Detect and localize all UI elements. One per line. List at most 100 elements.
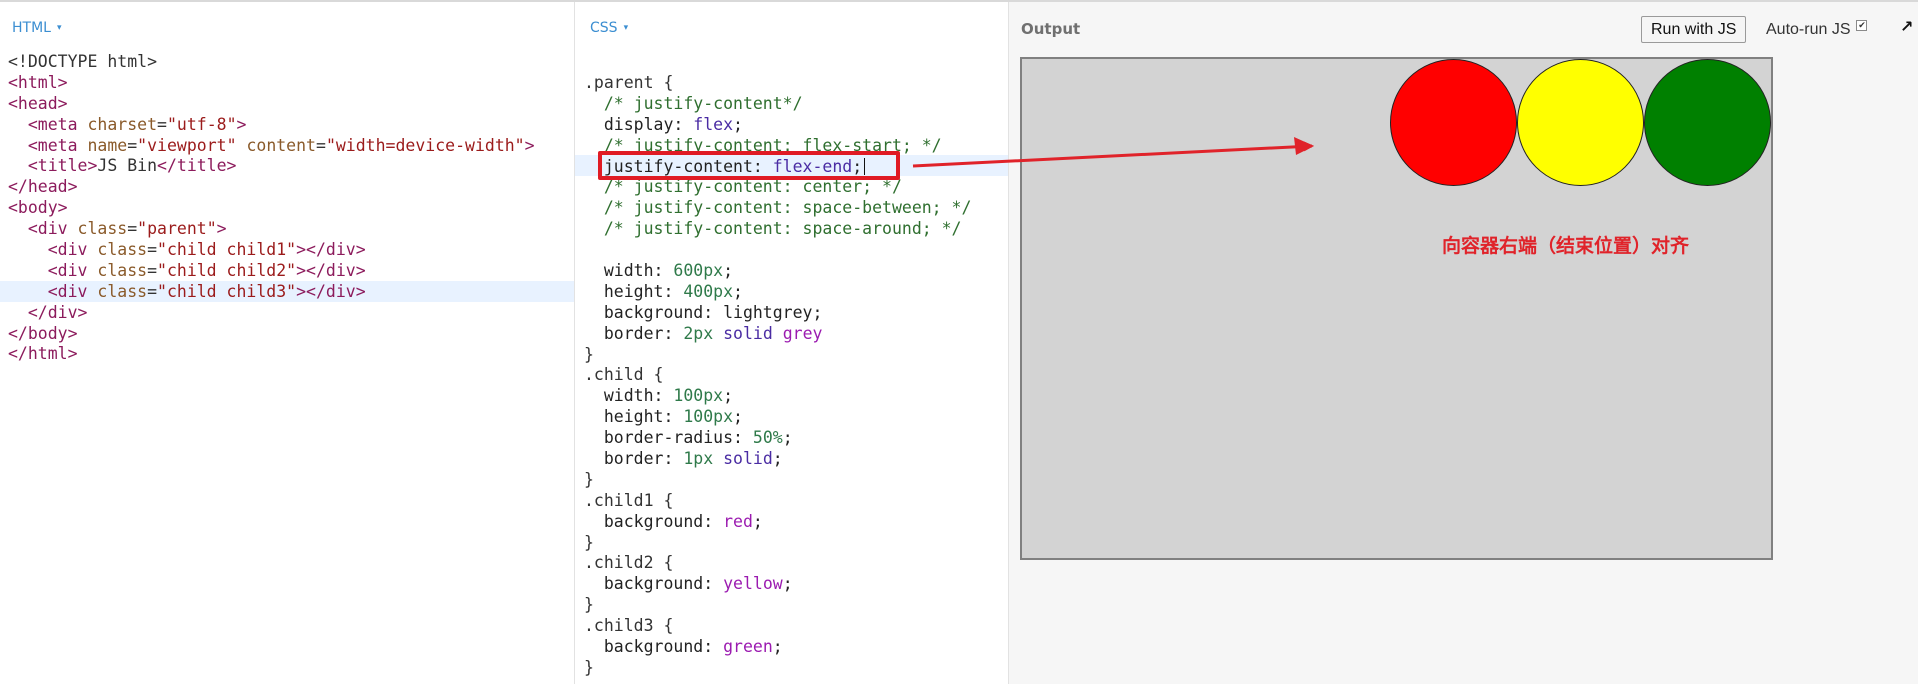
code-token: > xyxy=(524,135,535,155)
code-line[interactable]: </div> xyxy=(8,303,535,324)
code-line[interactable]: } xyxy=(584,658,971,679)
code-token: } xyxy=(584,469,594,489)
code-token: "child child1" xyxy=(157,240,297,260)
code-line[interactable]: <title>JS Bin</title> xyxy=(8,156,535,177)
code-token: background: xyxy=(584,637,724,657)
code-token: > xyxy=(216,219,227,239)
code-line[interactable]: <div class="child child3"></div> xyxy=(8,282,535,303)
code-line[interactable]: /* justify-content: space-between; */ xyxy=(584,198,972,219)
code-line[interactable]: height: 400px; xyxy=(584,282,971,303)
code-token: background: xyxy=(584,574,724,594)
css-panel-tab[interactable]: CSS ▾ xyxy=(590,20,628,36)
code-line[interactable]: border: 2px solid grey xyxy=(584,324,971,345)
code-line[interactable]: width: 600px; xyxy=(584,261,971,282)
code-token: ; xyxy=(733,114,743,134)
code-line[interactable]: <html> xyxy=(8,73,535,94)
code-token: = xyxy=(147,260,158,280)
code-token: ; xyxy=(733,281,743,301)
code-line[interactable]: </head> xyxy=(8,177,535,198)
code-token: "parent" xyxy=(137,219,217,239)
code-line[interactable]: height: 100px; xyxy=(584,407,971,428)
code-token: solid xyxy=(713,323,783,343)
caret-down-icon: ▾ xyxy=(56,23,62,33)
code-line[interactable]: .parent { xyxy=(584,73,971,94)
autorun-toggle[interactable]: Auto-run JS ✔ xyxy=(1766,20,1868,39)
code-token: flex xyxy=(693,114,734,134)
code-token: <div xyxy=(8,219,78,239)
code-token: border: xyxy=(584,449,684,469)
code-token: .child { xyxy=(584,365,664,385)
code-token: <body> xyxy=(8,198,68,218)
code-token: = xyxy=(127,219,138,239)
html-code-editor[interactable]: <!DOCTYPE html> <html> <head> <meta charse… xyxy=(8,52,535,365)
code-line[interactable]: .child2 { xyxy=(584,553,971,574)
code-line[interactable]: </html> xyxy=(8,344,535,365)
code-token: 100px xyxy=(673,386,724,406)
code-token: background: xyxy=(584,511,724,531)
code-line[interactable]: <div class="parent"> xyxy=(8,219,535,240)
caret-down-icon: ▾ xyxy=(623,23,629,33)
code-token: border-radius: xyxy=(584,428,753,448)
code-line[interactable]: width: 100px; xyxy=(584,386,971,407)
code-token: > xyxy=(236,114,247,134)
code-line[interactable]: border-radius: 50%; xyxy=(584,428,971,449)
code-line[interactable]: background: lightgrey; xyxy=(584,303,971,324)
code-token: ; xyxy=(772,449,783,469)
code-line[interactable]: background: red; xyxy=(584,512,971,533)
code-line[interactable]: background: yellow; xyxy=(584,574,971,595)
preview-circle-child1 xyxy=(1390,59,1517,186)
code-token: <head> xyxy=(8,93,68,113)
code-token: ></div> xyxy=(296,260,366,280)
code-token: ; xyxy=(733,407,743,427)
code-token: } xyxy=(584,344,594,364)
code-line[interactable]: <head> xyxy=(8,94,535,115)
code-line[interactable]: </body> xyxy=(8,324,535,345)
code-token: .child3 { xyxy=(584,616,674,636)
code-token: /* justify-content: space-around; */ xyxy=(584,219,962,239)
code-token: .child1 { xyxy=(584,490,674,510)
code-token: charset xyxy=(87,114,158,134)
html-panel-tab[interactable]: HTML ▾ xyxy=(12,20,62,36)
code-line[interactable]: .child1 { xyxy=(584,491,971,512)
code-token: 100px xyxy=(683,407,734,427)
annotation-highlight-box xyxy=(598,151,900,180)
run-with-js-button[interactable]: Run with JS xyxy=(1641,16,1747,43)
code-line[interactable]: display: flex; xyxy=(584,115,971,136)
code-token: .parent { xyxy=(584,73,674,92)
code-token: green xyxy=(723,637,773,657)
css-panel-label: CSS xyxy=(590,20,618,36)
code-line[interactable]: <meta name="viewport" content="width=dev… xyxy=(8,136,535,157)
code-line[interactable]: } xyxy=(584,533,971,554)
preview-parent-container xyxy=(1020,57,1773,560)
code-line[interactable]: /* justify-content: center; */ xyxy=(584,177,971,198)
code-token: class xyxy=(97,281,148,301)
code-line[interactable] xyxy=(584,240,971,261)
code-line[interactable]: } xyxy=(584,470,971,491)
code-token: </html> xyxy=(8,344,78,364)
popout-arrow-icon[interactable]: ↗ xyxy=(1900,17,1913,36)
code-line[interactable]: <meta charset="utf-8"> xyxy=(8,115,535,136)
code-line[interactable]: background: green; xyxy=(584,637,971,658)
code-line[interactable]: .child { xyxy=(584,365,971,386)
css-editor-panel[interactable]: CSS ▾ .parent { /* justify-content*/ disp… xyxy=(575,2,1009,684)
code-token: ; xyxy=(772,637,783,657)
html-editor-panel[interactable]: HTML ▾ <!DOCTYPE html> <html> <head> <meta … xyxy=(0,2,575,684)
code-token: name xyxy=(87,135,128,155)
autorun-checkbox[interactable]: ✔ xyxy=(1856,20,1868,31)
code-line[interactable]: /* justify-content*/ xyxy=(584,94,971,115)
code-line[interactable]: <body> xyxy=(8,198,535,219)
output-title: Output xyxy=(1021,20,1081,38)
code-line[interactable]: } xyxy=(584,345,971,366)
code-line[interactable]: .child3 { xyxy=(584,616,971,637)
code-token: red xyxy=(723,511,753,531)
code-token: <meta xyxy=(8,135,88,155)
code-line[interactable]: } xyxy=(584,595,971,616)
code-token: /* justify-content: center; */ xyxy=(584,177,902,197)
code-line[interactable]: border: 1px solid; xyxy=(584,449,971,470)
code-line[interactable]: /* justify-content: space-around; */ xyxy=(584,219,971,240)
code-token: ></div> xyxy=(296,240,366,260)
code-token: </body> xyxy=(8,323,78,343)
code-line[interactable]: <div class="child child2"></div> xyxy=(8,261,535,282)
code-line[interactable]: <!DOCTYPE html> xyxy=(8,52,535,73)
code-line[interactable]: <div class="child child1"></div> xyxy=(8,240,535,261)
